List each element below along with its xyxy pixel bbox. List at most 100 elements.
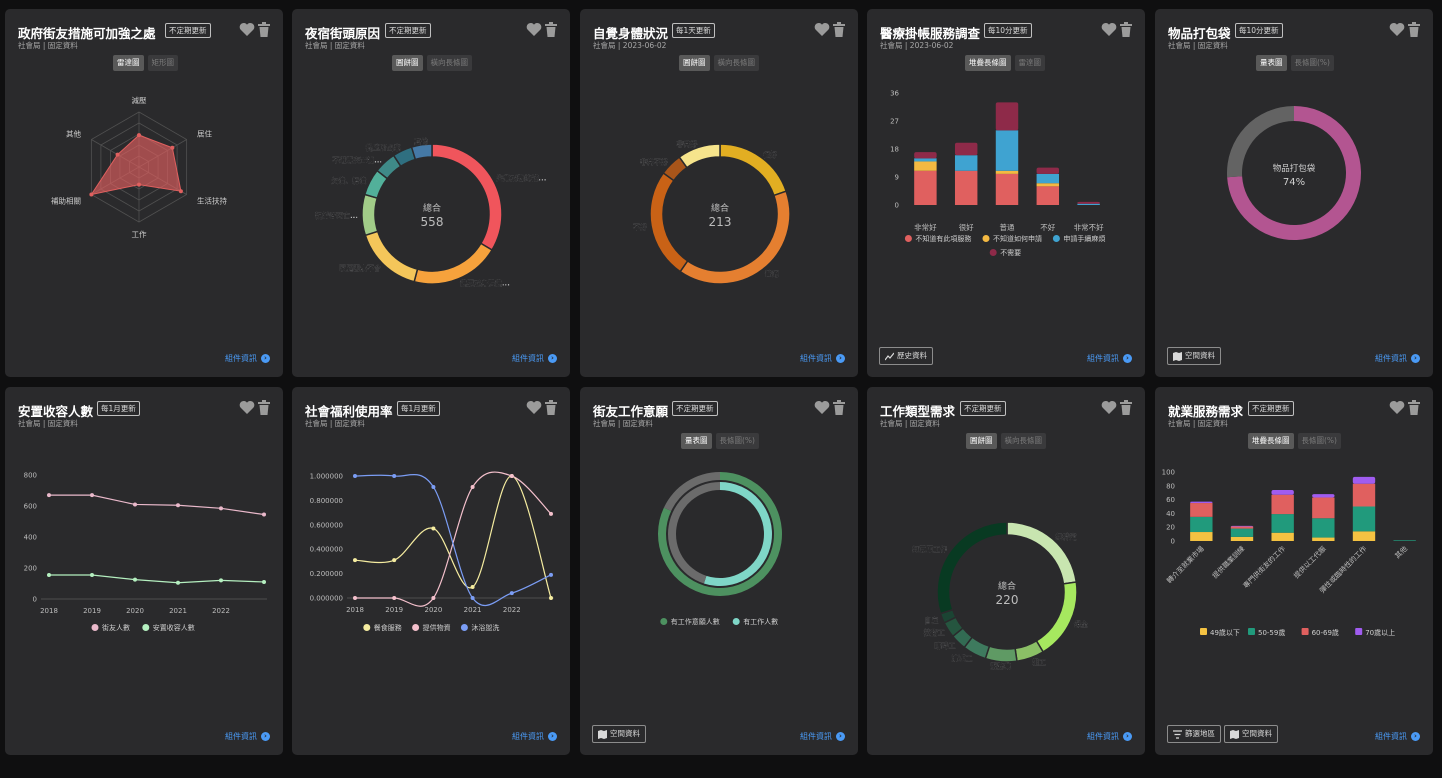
legend-swatch [1248,628,1255,635]
line-point [392,474,397,478]
bar-segment [954,155,978,171]
card-medical-survey: 醫療掛帳服務調查 每10分更新 社會局 | 2023-06-02 堆疊長條圖 雷… [867,9,1145,377]
pie-slice-label: 欠債、躲債 [331,176,366,185]
component-info-link[interactable]: 組件資訊 › [1375,731,1420,742]
legend-label: 60-69歲 [1312,628,1339,637]
pie-slice-label: 保全 [1073,620,1089,629]
legend-swatch [91,624,99,631]
component-info-link[interactable]: 組件資訊 › [1087,353,1132,364]
x-tick-label: 很好 [959,222,974,232]
line-point [392,558,397,563]
component-info-link[interactable]: 組件資訊 › [1375,353,1420,364]
component-info-link[interactable]: 組件資訊 › [1087,731,1132,742]
bar-segment [1312,537,1335,541]
line-point [219,506,223,511]
line-point [509,474,514,478]
legend-swatch [142,624,150,631]
pie-slice-label: 從監所出來 [365,143,402,152]
legend-label: 有工作人數 [743,617,778,626]
y-tick-label: 0 [895,202,899,210]
x-tick-label: 轉介至就業市場 [1165,544,1206,585]
radar-axis-label: 居住 [197,129,212,139]
bar-segment [1036,173,1060,184]
component-info-link[interactable]: 組件資訊 › [225,353,270,364]
bar-segment [1230,528,1254,537]
bar-segment [1393,540,1416,541]
pie-center-label: 總合 [998,580,1016,592]
y-tick-label: 200 [24,565,37,573]
component-info-label: 組件資訊 [1375,354,1407,363]
arrow-right-icon: › [1123,732,1132,741]
radar-axis-label: 補助相關 [51,196,81,206]
component-info-link[interactable]: 組件資訊 › [225,731,270,742]
y-tick-label: 100 [1162,469,1175,477]
card-improvement: 政府街友措施可加強之處 不定期更新 社會局 | 固定資料 雷達圖 矩形圖 減壓居… [5,9,283,377]
line-point [549,596,553,600]
component-info-label: 組件資訊 [1087,732,1119,741]
arrow-right-icon: › [1123,354,1132,363]
x-tick-label: 2019 [83,607,101,615]
pie-total: 220 [996,593,1019,607]
component-info-label: 組件資訊 [512,732,544,741]
legend-swatch [1200,628,1207,635]
bar-segment [1077,201,1100,204]
bar-segment [1190,516,1213,533]
line-point [470,585,475,590]
bar-segment [954,142,978,156]
pie-center-label: 總合 [711,202,729,214]
map-data-button[interactable]: 空間資料 [592,725,646,743]
x-tick-label: 2018 [346,606,364,614]
legend-label: 街友人數 [102,623,130,632]
y-tick-label: 40 [1166,510,1175,518]
component-info-link[interactable]: 組件資訊 › [512,731,557,742]
bar-segment [1312,497,1335,519]
line-chart: 0 200 400 600 800 2018 2019 2020 2021 2022 街友人數 安置收… [24,472,267,632]
history-data-button[interactable]: 歷史資料 [879,347,933,365]
line-point [353,474,357,478]
radar-area [90,134,182,196]
x-tick-label: 2021 [169,607,187,615]
radar-chart: 減壓居住生活扶持工作 補助相關 其他 [51,95,228,239]
bar-segment [1077,203,1100,205]
legend-swatch [1301,628,1309,635]
bar-segment [995,102,1019,131]
legend-label: 沐浴盥洗 [471,623,499,632]
legend-label: 餐食服務 [374,623,402,632]
component-info-link[interactable]: 組件資訊 › [800,353,845,364]
map-data-button[interactable]: 空間資料 [1167,347,1221,365]
history-data-label: 歷史資料 [897,351,927,360]
pie-slice-label: 自雇 [924,616,938,625]
x-tick-label: 普通 [1000,222,1015,232]
filter-region-label: 篩選地區 [1185,729,1215,738]
x-tick-label: 非常不好 [1074,222,1104,232]
component-info-label: 組件資訊 [1375,732,1407,741]
component-info-link[interactable]: 組件資訊 › [512,353,557,364]
pie-slice [364,230,419,283]
line-point [262,512,266,517]
component-info-link[interactable]: 組件資訊 › [800,731,845,742]
legend-label: 49歲以下 [1210,628,1240,637]
bar-segment [1230,526,1254,529]
legend-label: 不知道有此項服務 [915,234,971,243]
bar-segment [1036,186,1060,205]
component-info-label: 組件資訊 [800,354,832,363]
line-point [431,484,436,489]
line-point [549,572,553,577]
map-data-button[interactable]: 空間資料 [1224,725,1278,743]
line-point [470,484,475,489]
pie-slice-label: 家庭因素不合 [339,264,382,273]
x-tick-label: 2022 [503,606,521,614]
stacked-bar-chart: 020406080100轉介至就業市場 提供職業訓練專門供街友的工作 提供以工代賑彈… [1162,469,1416,637]
bar-segment [1230,536,1254,541]
bar-segment [914,152,937,159]
legend-label: 安置收容人數 [153,623,195,632]
legend-swatch [904,235,912,242]
pie-slice [431,143,503,252]
radar-point [89,192,94,197]
pie-slice [984,645,1018,663]
pie-slice-label: 很好 [762,150,777,159]
x-tick-label: 提供以工代賑 [1292,544,1328,580]
filter-region-button[interactable]: 篩選地區 [1167,725,1221,743]
bar-segment [995,170,1019,174]
card-welfare-usage: 社會福利使用率 每1月更新 社會局 | 固定資料 0.000000 0.20000… [292,387,570,755]
